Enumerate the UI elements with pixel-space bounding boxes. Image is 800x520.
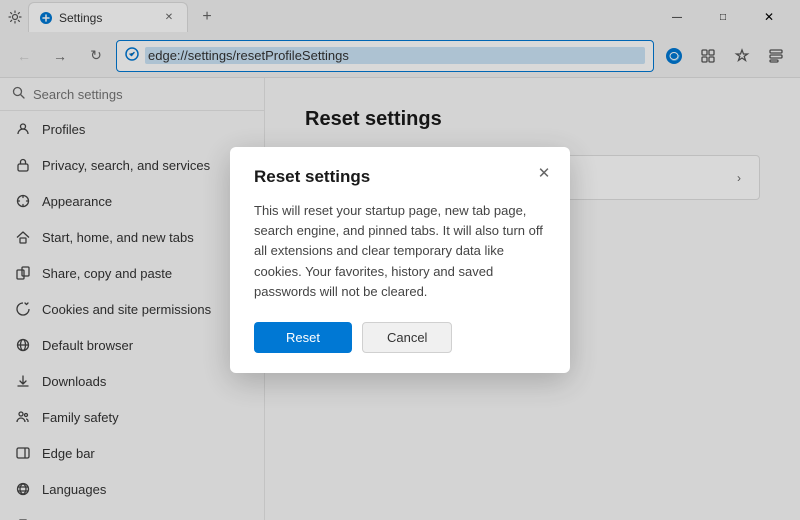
dialog-body: This will reset your startup page, new t… [254,201,546,302]
reset-button[interactable]: Reset [254,322,352,353]
dialog-close-button[interactable]: ✕ [532,161,556,185]
dialog-actions: Reset Cancel [254,322,546,353]
cancel-button[interactable]: Cancel [362,322,452,353]
modal-overlay: Reset settings ✕ This will reset your st… [0,0,800,520]
reset-dialog: Reset settings ✕ This will reset your st… [230,147,570,373]
dialog-title: Reset settings [254,167,546,187]
